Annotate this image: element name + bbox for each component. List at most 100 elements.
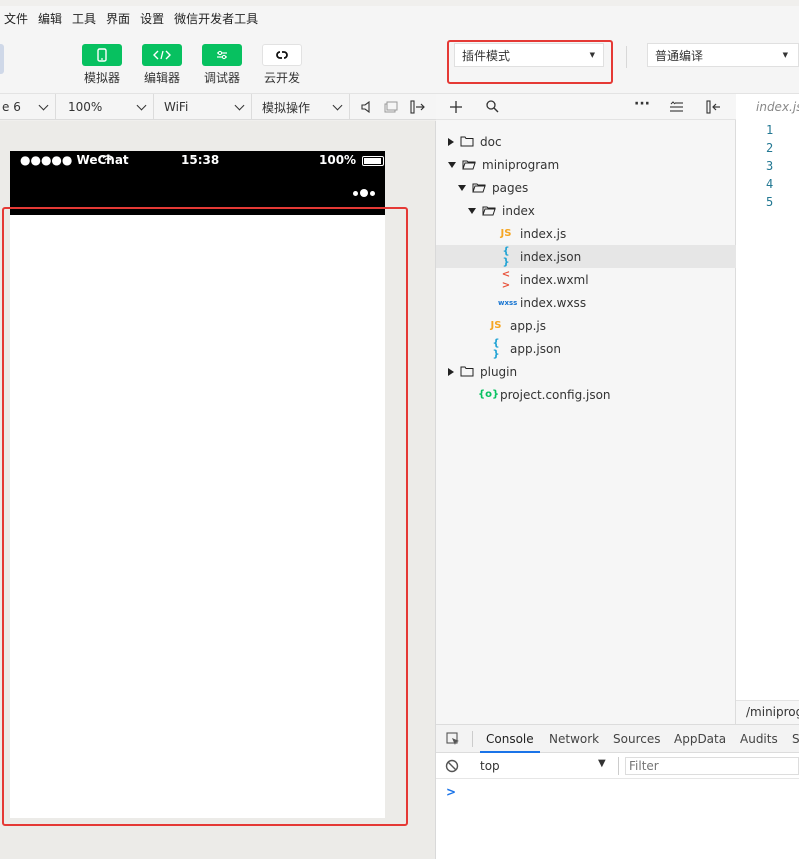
mode-select-caret-icon: ▼ xyxy=(589,51,595,59)
line-number: 4 xyxy=(766,177,774,191)
file-explorer: ··· doc miniprogram pages index JS index.js { … xyxy=(436,94,736,724)
speaker-icon[interactable] xyxy=(361,101,371,113)
filter-divider xyxy=(618,757,619,775)
context-select-value[interactable]: top xyxy=(480,759,500,773)
tab-audits[interactable]: Audits xyxy=(740,725,778,753)
avatar-stub[interactable] xyxy=(0,44,4,74)
console-prompt[interactable]: > xyxy=(446,785,456,799)
menu-bar: 文件 编辑 工具 界面 设置 微信开发者工具 xyxy=(0,6,799,32)
folder-open-icon xyxy=(472,183,486,193)
folder-open-icon xyxy=(482,206,496,216)
debugger-toggle[interactable]: 调试器 xyxy=(201,44,243,86)
more-options-icon[interactable]: ··· xyxy=(634,96,650,112)
chevron-right-icon[interactable] xyxy=(448,367,454,376)
more-dots-icon[interactable] xyxy=(351,189,375,197)
tree-file[interactable]: JS index.js xyxy=(436,222,736,245)
editor-file-path: /miniprogr xyxy=(736,700,799,724)
clear-console-icon[interactable] xyxy=(445,759,459,773)
code-editor[interactable]: index.js 1 2 3 4 5 /miniprogr xyxy=(736,94,799,724)
plus-icon[interactable] xyxy=(450,101,462,113)
folder-icon xyxy=(460,136,474,147)
simulator-button[interactable] xyxy=(82,44,122,66)
menu-view[interactable]: 界面 xyxy=(106,9,130,29)
devtools-tab-divider xyxy=(472,731,473,747)
compile-mode-caret-icon: ▼ xyxy=(782,51,788,59)
sliders-icon xyxy=(217,50,227,60)
detach-arrow-icon[interactable] xyxy=(410,100,426,114)
zoom-select[interactable]: 100% xyxy=(56,94,154,120)
tab-appdata[interactable]: AppData xyxy=(674,725,726,753)
cloud-link-icon xyxy=(276,51,288,59)
tree-file[interactable]: { } index.json xyxy=(436,245,736,268)
tree-folder[interactable]: miniprogram xyxy=(436,153,736,176)
tree-folder[interactable]: doc xyxy=(436,130,736,153)
tree-folder[interactable]: pages xyxy=(436,176,736,199)
tab-sources[interactable]: Sources xyxy=(613,725,660,753)
tree-item-label: project.config.json xyxy=(500,387,611,402)
menu-devtools[interactable]: 微信开发者工具 xyxy=(174,9,258,29)
console-filter-input[interactable] xyxy=(625,757,799,775)
editor-tab[interactable]: index.js xyxy=(756,100,799,114)
tree-file[interactable]: wxss index.wxss xyxy=(436,291,736,314)
window-icon[interactable] xyxy=(384,101,398,113)
tree-item-label: plugin xyxy=(480,364,518,379)
collapse-lines-icon[interactable] xyxy=(670,101,683,113)
cloud-dev-button[interactable] xyxy=(262,44,302,66)
tree-folder[interactable]: index xyxy=(436,199,736,222)
editor-button[interactable] xyxy=(142,44,182,66)
debugger-button[interactable] xyxy=(202,44,242,66)
folder-icon xyxy=(460,366,474,377)
chevron-down-icon[interactable] xyxy=(468,207,476,214)
wxml-file-icon: < > xyxy=(501,268,511,291)
config-file-icon: {o} xyxy=(478,389,500,400)
cloud-dev-toggle[interactable]: 云开发 xyxy=(261,44,303,86)
operation-select[interactable]: 模拟操作 xyxy=(252,94,350,120)
network-select-value: WiFi xyxy=(164,100,189,114)
devtools-tabs: Console Network Sources AppData Audits S xyxy=(436,725,799,753)
menu-edit[interactable]: 编辑 xyxy=(38,9,62,29)
compile-mode-select[interactable]: 普通编译 ▼ xyxy=(647,43,799,67)
tree-file[interactable]: JS app.js xyxy=(436,314,736,337)
simulator-toolbar: e 6 100% WiFi 模拟操作 xyxy=(0,94,436,120)
chevron-right-icon[interactable] xyxy=(448,137,454,146)
tree-item-label: index xyxy=(502,203,535,218)
tab-network[interactable]: Network xyxy=(549,725,599,753)
mode-select[interactable]: 插件模式 ▼ xyxy=(454,43,604,67)
json-file-icon: { } xyxy=(502,245,510,268)
inspect-element-icon[interactable] xyxy=(446,732,460,746)
search-icon[interactable] xyxy=(486,100,499,113)
chevron-down-icon[interactable] xyxy=(458,184,466,191)
status-time: 15:38 xyxy=(181,153,220,167)
cloud-dev-label: 云开发 xyxy=(263,71,300,85)
phone-screen[interactable]: ●●●●● WeChat 15:38 100% xyxy=(10,151,385,818)
device-select[interactable]: e 6 xyxy=(0,94,56,120)
tab-more[interactable]: S xyxy=(792,725,799,753)
tree-item-label: app.json xyxy=(510,341,561,356)
debugger-label: 调试器 xyxy=(203,71,240,85)
tree-file[interactable]: < > index.wxml xyxy=(436,268,736,291)
menu-file[interactable]: 文件 xyxy=(4,9,28,29)
tree-file[interactable]: {o} project.config.json xyxy=(436,383,736,406)
editor-toggle[interactable]: 编辑器 xyxy=(141,44,183,86)
operation-select-value: 模拟操作 xyxy=(262,100,311,115)
line-number: 5 xyxy=(766,195,774,209)
context-caret-icon[interactable]: ▼ xyxy=(598,758,606,769)
folder-open-icon xyxy=(462,160,476,170)
line-number: 1 xyxy=(766,123,774,137)
battery-icon xyxy=(362,156,384,166)
menu-tools[interactable]: 工具 xyxy=(72,9,96,29)
network-select[interactable]: WiFi xyxy=(154,94,252,120)
chevron-down-icon[interactable] xyxy=(448,161,456,168)
dock-left-icon[interactable] xyxy=(706,100,721,114)
code-icon xyxy=(153,50,171,60)
wxss-file-icon: wxss xyxy=(498,298,518,307)
device-chevron-down-icon xyxy=(38,100,49,111)
operation-chevron-down-icon xyxy=(332,100,343,111)
menu-settings[interactable]: 设置 xyxy=(140,9,164,29)
tree-folder[interactable]: plugin xyxy=(436,360,736,383)
simulator-toggle[interactable]: 模拟器 xyxy=(81,44,123,86)
wifi-icon xyxy=(102,155,114,164)
tree-file[interactable]: { } app.json xyxy=(436,337,736,360)
battery-percent: 100% xyxy=(319,153,357,167)
tab-console[interactable]: Console xyxy=(480,725,540,753)
